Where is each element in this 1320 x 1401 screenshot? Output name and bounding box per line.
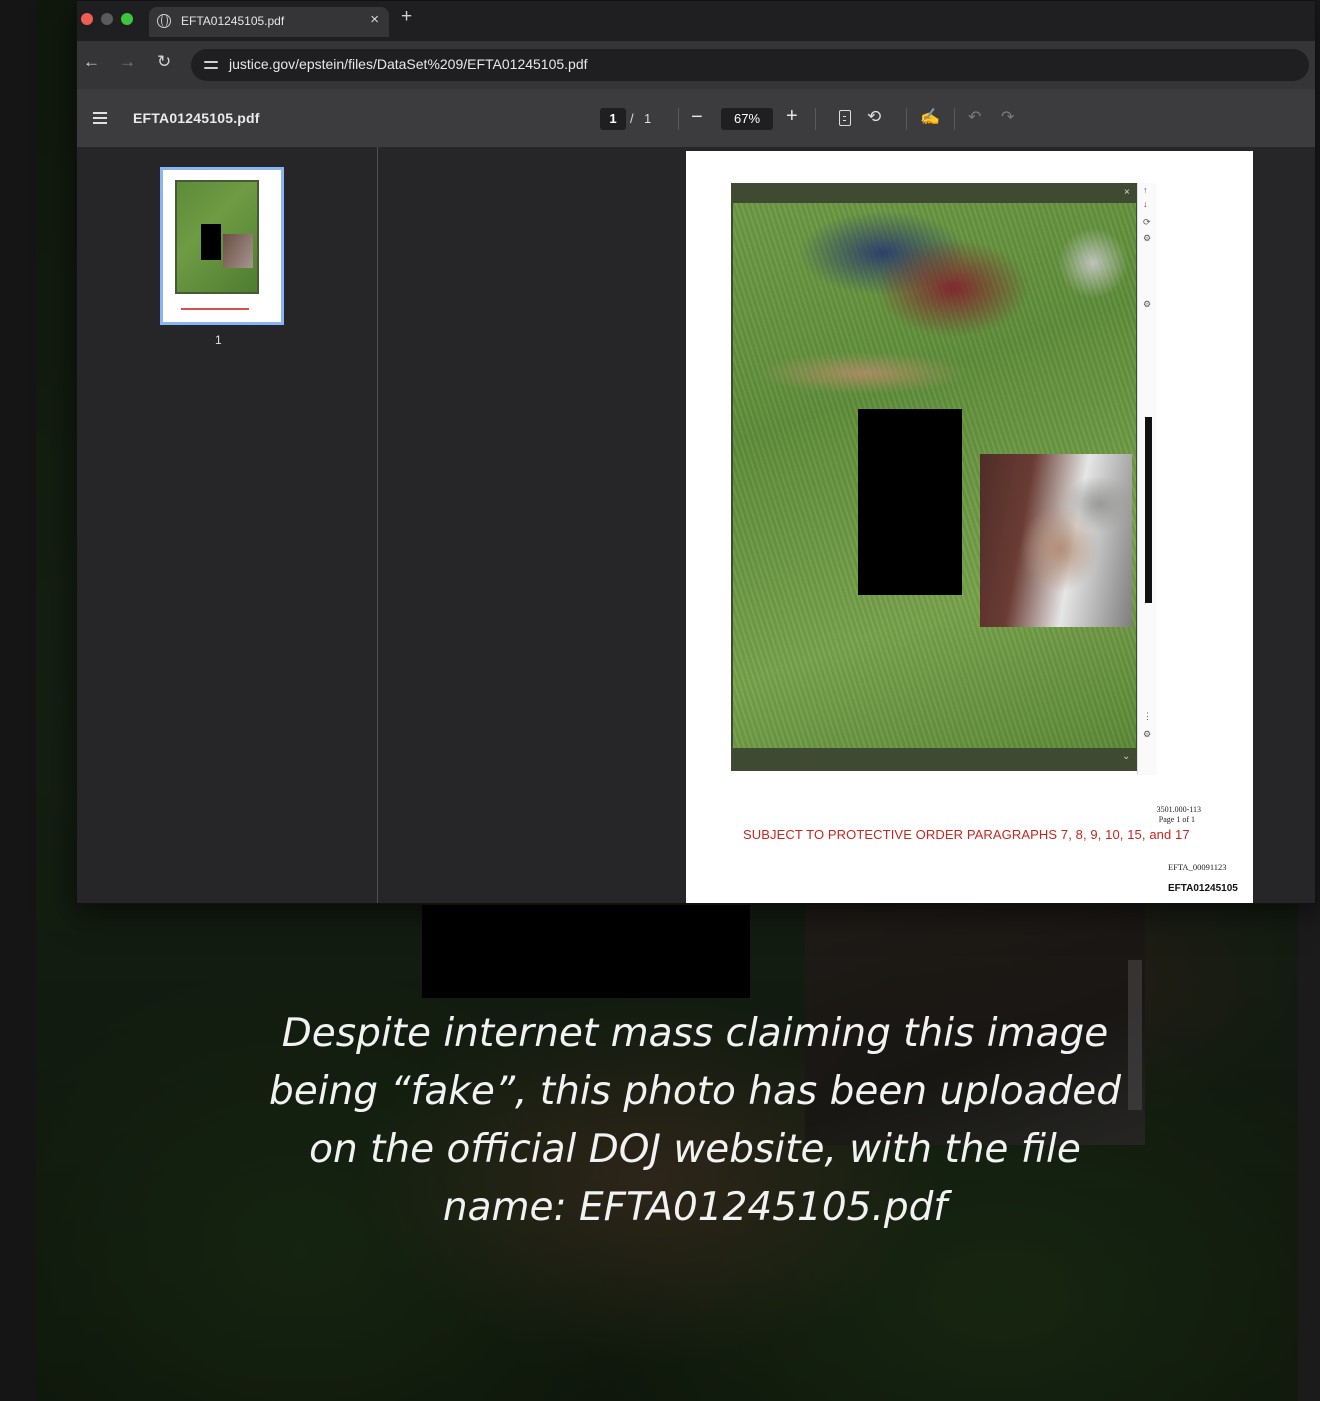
pdf-viewer[interactable]: × ⌄ ↑ ↓ ⟳ ⚙ ⚙ ⋮ ⚙ 3501.000-113 Page 1 of…: [379, 147, 1315, 903]
refresh-icon: ⟳: [1143, 217, 1151, 227]
thumbnail-redaction: [201, 224, 221, 260]
address-bar[interactable]: justice.gov/epstein/files/DataSet%209/EF…: [191, 49, 1309, 81]
screenshot-side-strip: ↑ ↓ ⟳ ⚙ ⚙ ⋮ ⚙: [1137, 183, 1157, 775]
caption-line: Despite internet mass claiming this imag…: [281, 1011, 1109, 1056]
close-tab-icon[interactable]: ×: [370, 11, 379, 28]
thumbnail-page-number: 1: [215, 333, 222, 347]
globe-icon: [157, 14, 171, 28]
redo-icon[interactable]: ↷: [1001, 107, 1014, 127]
tab-title: EFTA01245105.pdf: [181, 14, 285, 28]
background-left-edge: [0, 0, 36, 1401]
new-tab-button[interactable]: +: [401, 6, 412, 28]
menu-icon[interactable]: [93, 112, 107, 124]
page-of-text: Page 1 of 1: [1158, 815, 1195, 824]
zoom-out-button[interactable]: −: [691, 106, 703, 129]
arrow-down-icon: ↓: [1143, 199, 1148, 209]
toolbar-divider: [906, 108, 907, 130]
caption-line: name: EFTA01245105.pdf: [442, 1185, 948, 1230]
thumbnail-inset-photo: [223, 234, 253, 268]
protective-order-notice: SUBJECT TO PROTECTIVE ORDER PARAGRAPHS 7…: [743, 827, 1190, 842]
arrow-up-icon: ↑: [1143, 185, 1148, 195]
chevron-down-icon: ⌄: [1122, 751, 1131, 762]
maximize-window-button[interactable]: [121, 13, 133, 25]
pdf-filename: EFTA01245105.pdf: [133, 110, 260, 126]
browser-window: EFTA01245105.pdf × + ← → ↻ justice.gov/e…: [76, 0, 1316, 904]
toolbar-divider: [678, 108, 679, 130]
efta-id-bold: EFTA01245105: [1168, 883, 1238, 894]
settings-icon: ⚙: [1143, 729, 1152, 739]
inset-photo: [980, 454, 1132, 627]
site-info-icon[interactable]: [203, 57, 219, 73]
browser-toolbar: ← → ↻ justice.gov/epstein/files/DataSet%…: [77, 41, 1315, 89]
efta-id-small: EFTA_00091123: [1168, 862, 1227, 872]
rotate-icon[interactable]: ⟲: [867, 107, 881, 127]
fit-page-icon[interactable]: [839, 110, 851, 126]
back-button[interactable]: ←: [83, 52, 100, 72]
toolbar-divider: [954, 108, 955, 130]
reference-number: 3501.000-113: [1156, 805, 1201, 814]
zoom-level-input[interactable]: 67%: [721, 108, 773, 130]
reload-button[interactable]: ↻: [157, 52, 171, 72]
caption-line: being “fake”, this photo has been upload…: [268, 1069, 1122, 1114]
page-total: 1: [644, 111, 652, 126]
page-separator: /: [630, 111, 634, 126]
url-text[interactable]: justice.gov/epstein/files/DataSet%209/EF…: [229, 56, 588, 72]
minimize-window-button[interactable]: [101, 13, 113, 25]
thumbnail-notice-line: [181, 308, 249, 310]
toolbar-divider: [815, 108, 816, 130]
redaction-box: [858, 409, 962, 595]
pdf-toolbar: EFTA01245105.pdf 1 / 1 − 67% + ⟲ ✍ ↶ ↷: [77, 89, 1315, 147]
page-thumbnail[interactable]: [160, 167, 284, 325]
settings-icon: ⚙: [1143, 233, 1152, 243]
pdf-page: × ⌄ ↑ ↓ ⟳ ⚙ ⚙ ⋮ ⚙ 3501.000-113 Page 1 of…: [686, 151, 1253, 903]
more-icon: ⋮: [1143, 711, 1152, 721]
close-icon: ×: [1124, 187, 1130, 198]
thumbnail-sidebar: 1: [77, 147, 378, 903]
undo-icon[interactable]: ↶: [968, 107, 981, 127]
forward-button[interactable]: →: [119, 52, 136, 72]
scroll-bar-mark: [1145, 417, 1152, 603]
close-window-button[interactable]: [81, 13, 93, 25]
caption: Despite internet mass claiming this imag…: [170, 1005, 1220, 1237]
caption-line: on the official DOJ website, with the fi…: [309, 1127, 1081, 1172]
settings-icon: ⚙: [1143, 299, 1152, 309]
tab-bar: EFTA01245105.pdf × +: [77, 1, 1315, 41]
annotate-icon[interactable]: ✍: [920, 107, 940, 127]
browser-tab[interactable]: EFTA01245105.pdf ×: [149, 7, 389, 37]
page-number-input[interactable]: 1: [600, 108, 626, 130]
zoom-in-button[interactable]: +: [786, 105, 798, 128]
